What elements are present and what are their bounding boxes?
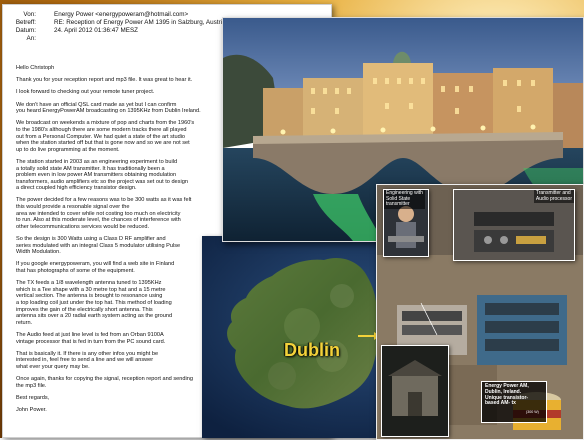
header-key: An:: [26, 35, 36, 42]
station-caption: Energy Power AM, Dublin, Ireland. Unique…: [485, 383, 529, 407]
station-photo-collage: Engineering with Solid State transmitter…: [376, 184, 584, 440]
transmitter-hut-photo: [381, 345, 449, 437]
header-key: Betreff:: [15, 19, 36, 26]
transmitter-caption: Transmitter and Audio processor: [533, 190, 574, 204]
header-key: Datum:: [15, 27, 36, 34]
station-caption-power: (300 W): [526, 410, 539, 414]
map-city-label: Dublin: [284, 340, 340, 360]
transmitter-photo: Transmitter and Audio processor: [453, 189, 575, 261]
hut-graphic: [382, 346, 448, 436]
header-value: 24. April 2012 01:36:47 MESZ: [54, 27, 139, 34]
header-value: Energy Power <energypoweram@hotmail.com>: [54, 11, 189, 18]
station-caption-panel: Energy Power AM, Dublin, Ireland. Unique…: [481, 381, 547, 423]
engineer-caption: Engineering with Solid State transmitter: [384, 190, 425, 209]
header-key: Von:: [23, 11, 36, 18]
engineer-photo: Engineering with Solid State transmitter: [383, 189, 429, 257]
header-value: RE: Reception of Energy Power AM 1395 in…: [54, 19, 228, 26]
